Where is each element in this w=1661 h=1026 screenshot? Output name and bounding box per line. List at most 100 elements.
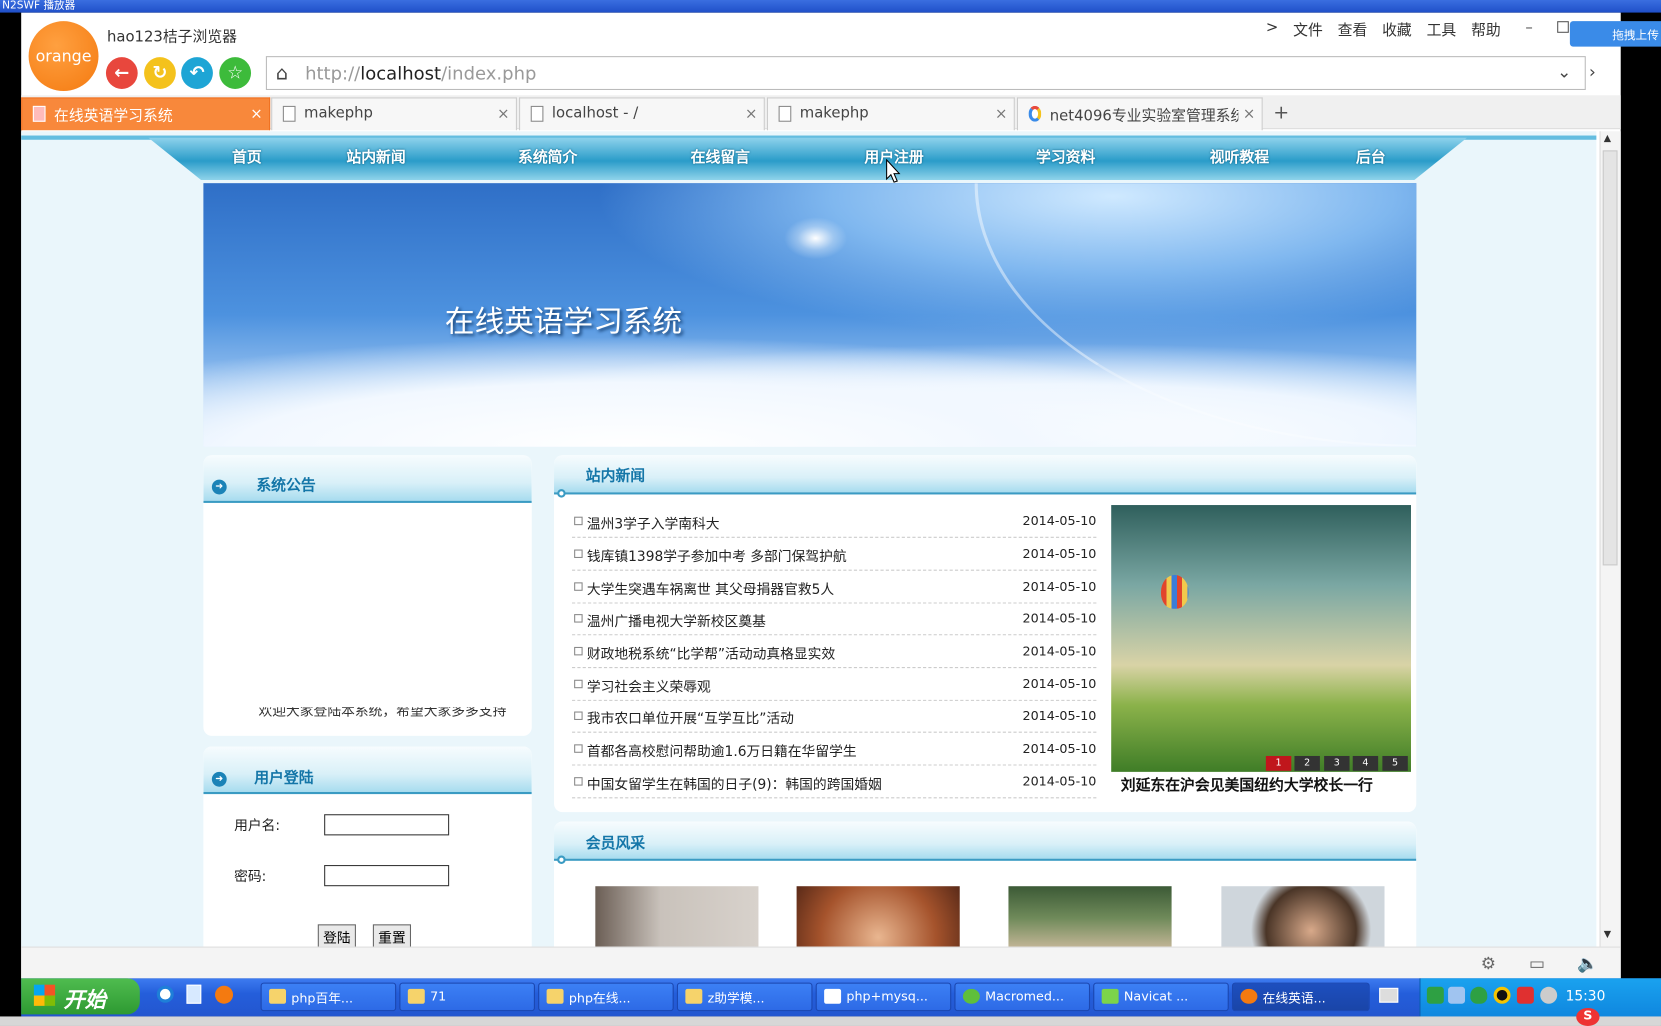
tab-localhost[interactable]: localhost - / × [519, 97, 765, 131]
folder-icon [269, 988, 287, 1004]
undo-button[interactable]: ↶ [181, 57, 213, 89]
tab-online-english[interactable]: 在线英语学习系统 × [21, 97, 271, 131]
upload-side-button[interactable]: 拖拽上传 [1569, 21, 1661, 47]
slider-page-3[interactable]: 3 [1324, 755, 1350, 771]
ie-quicklaunch-icon[interactable] [156, 985, 174, 1003]
nav-materials[interactable]: 学习资料 [1036, 146, 1095, 167]
close-icon[interactable]: × [1243, 106, 1255, 123]
screen-icon[interactable]: ▭ [1524, 953, 1549, 973]
new-tab-icon[interactable]: + [1273, 102, 1289, 124]
gear-icon[interactable]: ⚙ [1476, 953, 1501, 973]
nav-home[interactable]: 首页 [232, 146, 262, 167]
mouse-cursor-icon [886, 158, 901, 183]
tab-makephp-1[interactable]: makephp × [271, 97, 517, 131]
username-input[interactable] [324, 814, 450, 836]
nav-news[interactable]: 站内新闻 [346, 146, 405, 167]
nav-tutorials[interactable]: 视听教程 [1210, 146, 1269, 167]
taskbar-item[interactable]: Macromed... [954, 982, 1091, 1012]
menu-tools[interactable]: 工具 [1427, 19, 1457, 40]
taskbar-item[interactable]: z助学模... [676, 982, 813, 1012]
refresh-button[interactable]: ↻ [144, 57, 176, 89]
dropdown-chevron-icon[interactable]: ⌄ [1557, 61, 1571, 81]
news-item[interactable]: 我市农口单位开展“互学互比”活动 2014-05-10 [572, 701, 1097, 733]
keyboard-icon[interactable] [1379, 987, 1399, 1003]
slider-page-1[interactable]: 1 [1265, 755, 1292, 771]
login-title: 用户登陆 [254, 769, 314, 787]
go-forward-icon[interactable]: › [1589, 61, 1596, 81]
menu-file[interactable]: 文件 [1293, 19, 1323, 40]
news-item[interactable]: 学习社会主义荣辱观 2014-05-10 [572, 669, 1097, 701]
news-slider-image[interactable] [1111, 505, 1411, 772]
close-icon[interactable]: × [745, 106, 757, 123]
close-icon[interactable]: × [497, 106, 509, 123]
news-item[interactable]: 温州广播电视大学新校区奠基 2014-05-10 [572, 604, 1097, 636]
sogou-ime-icon[interactable]: S [1576, 1007, 1600, 1026]
home-icon[interactable]: ⌂ [269, 61, 294, 84]
news-item[interactable]: 温州3学子入学南科大 2014-05-10 [572, 506, 1097, 538]
reset-button[interactable]: 重置 [372, 924, 412, 948]
browser-title: hao123桔子浏览器 [106, 28, 238, 46]
nav-admin[interactable]: 后台 [1356, 146, 1386, 167]
member-photo[interactable] [595, 886, 759, 950]
news-item[interactable]: 财政地税系统“比学帮”活动动真格显实效 2014-05-10 [572, 636, 1097, 669]
speaker-icon[interactable]: 🔈 [1575, 953, 1600, 973]
menu-favorites[interactable]: 收藏 [1382, 19, 1412, 40]
hot-air-balloon [1160, 574, 1189, 609]
member-photo[interactable] [1221, 886, 1385, 950]
back-button[interactable]: ← [105, 57, 138, 89]
slider-page-2[interactable]: 2 [1294, 755, 1320, 771]
network-icon[interactable] [1448, 986, 1466, 1004]
nav-messages[interactable]: 在线留言 [691, 146, 750, 167]
qq-icon[interactable] [1493, 986, 1511, 1004]
orange-browser-quicklaunch-icon[interactable] [215, 985, 234, 1004]
shield-icon[interactable] [1470, 986, 1488, 1004]
desktop-quicklaunch-icon[interactable] [186, 984, 202, 1004]
taskbar-item[interactable]: php百年... [260, 982, 397, 1012]
news-item[interactable]: 钱库镇1398学子参加中考 多部门保驾护航 2014-05-10 [572, 539, 1097, 571]
slider-page-4[interactable]: 4 [1352, 755, 1379, 771]
alert-icon[interactable] [1516, 986, 1534, 1004]
windows-logo-icon [33, 984, 56, 1006]
close-icon[interactable]: × [995, 106, 1007, 123]
player-title-bar: N2SWF 播放器 [0, 0, 1661, 13]
news-item[interactable]: 大学生突遇车祸离世 其父母捐器官救5人 2014-05-10 [572, 572, 1097, 604]
slider-caption[interactable]: 刘延东在沪会见美国纽约大学校长一行 [1121, 774, 1373, 795]
slider-page-5[interactable]: 5 [1382, 755, 1408, 771]
username-label: 用户名: [234, 818, 281, 835]
clock: 15:30 [1565, 988, 1606, 1005]
scroll-up-icon[interactable]: ▲ [1604, 133, 1611, 144]
menu-arrow-icon[interactable]: > [1266, 19, 1278, 40]
password-input[interactable] [324, 865, 450, 887]
taskbar-item[interactable]: 71 [399, 982, 535, 1012]
volume-icon[interactable] [1540, 986, 1558, 1004]
tab-net4096[interactable]: net4096专业实验室管理系统 × [1016, 97, 1263, 131]
galaxy-swirl [783, 217, 848, 260]
taskbar-item-active[interactable]: 在线英语... [1231, 982, 1370, 1012]
page-icon [530, 105, 544, 122]
minimize-icon[interactable]: – [1525, 19, 1532, 36]
scroll-down-icon[interactable]: ▼ [1604, 930, 1611, 941]
nav-intro[interactable]: 系统简介 [518, 146, 577, 167]
browser-menu: > 文件 查看 收藏 工具 帮助 [1266, 19, 1501, 40]
left-margin [0, 12, 22, 979]
taskbar-item[interactable]: php在线... [538, 982, 674, 1012]
member-photo[interactable] [1008, 886, 1172, 950]
arrow-circle-icon: ➜ [211, 479, 227, 495]
login-button[interactable]: 登陆 [317, 924, 356, 948]
page-icon [282, 105, 296, 122]
menu-help[interactable]: 帮助 [1471, 19, 1501, 40]
tray-icon[interactable] [1426, 986, 1444, 1004]
taskbar-item[interactable]: Navicat ... [1093, 982, 1229, 1012]
orange-browser-icon [1240, 988, 1258, 1004]
maximize-icon[interactable] [1557, 21, 1569, 33]
news-item[interactable]: 中国女留学生在韩国的日子(9)：韩国的跨国婚姻 2014-05-10 [572, 767, 1097, 799]
news-item[interactable]: 首都各高校慰问帮助逾1.6万日籍在华留学生 2014-05-10 [572, 734, 1097, 766]
menu-view[interactable]: 查看 [1338, 19, 1368, 40]
member-photo[interactable] [796, 886, 960, 950]
favorite-button[interactable]: ☆ [219, 57, 252, 89]
scrollbar-thumb[interactable] [1602, 150, 1618, 566]
tab-makephp-2[interactable]: makephp × [766, 97, 1015, 131]
url-text[interactable]: http://localhost/index.php [305, 64, 536, 85]
close-icon[interactable]: × [250, 106, 262, 123]
taskbar-item[interactable]: php+mysq... [815, 982, 952, 1012]
